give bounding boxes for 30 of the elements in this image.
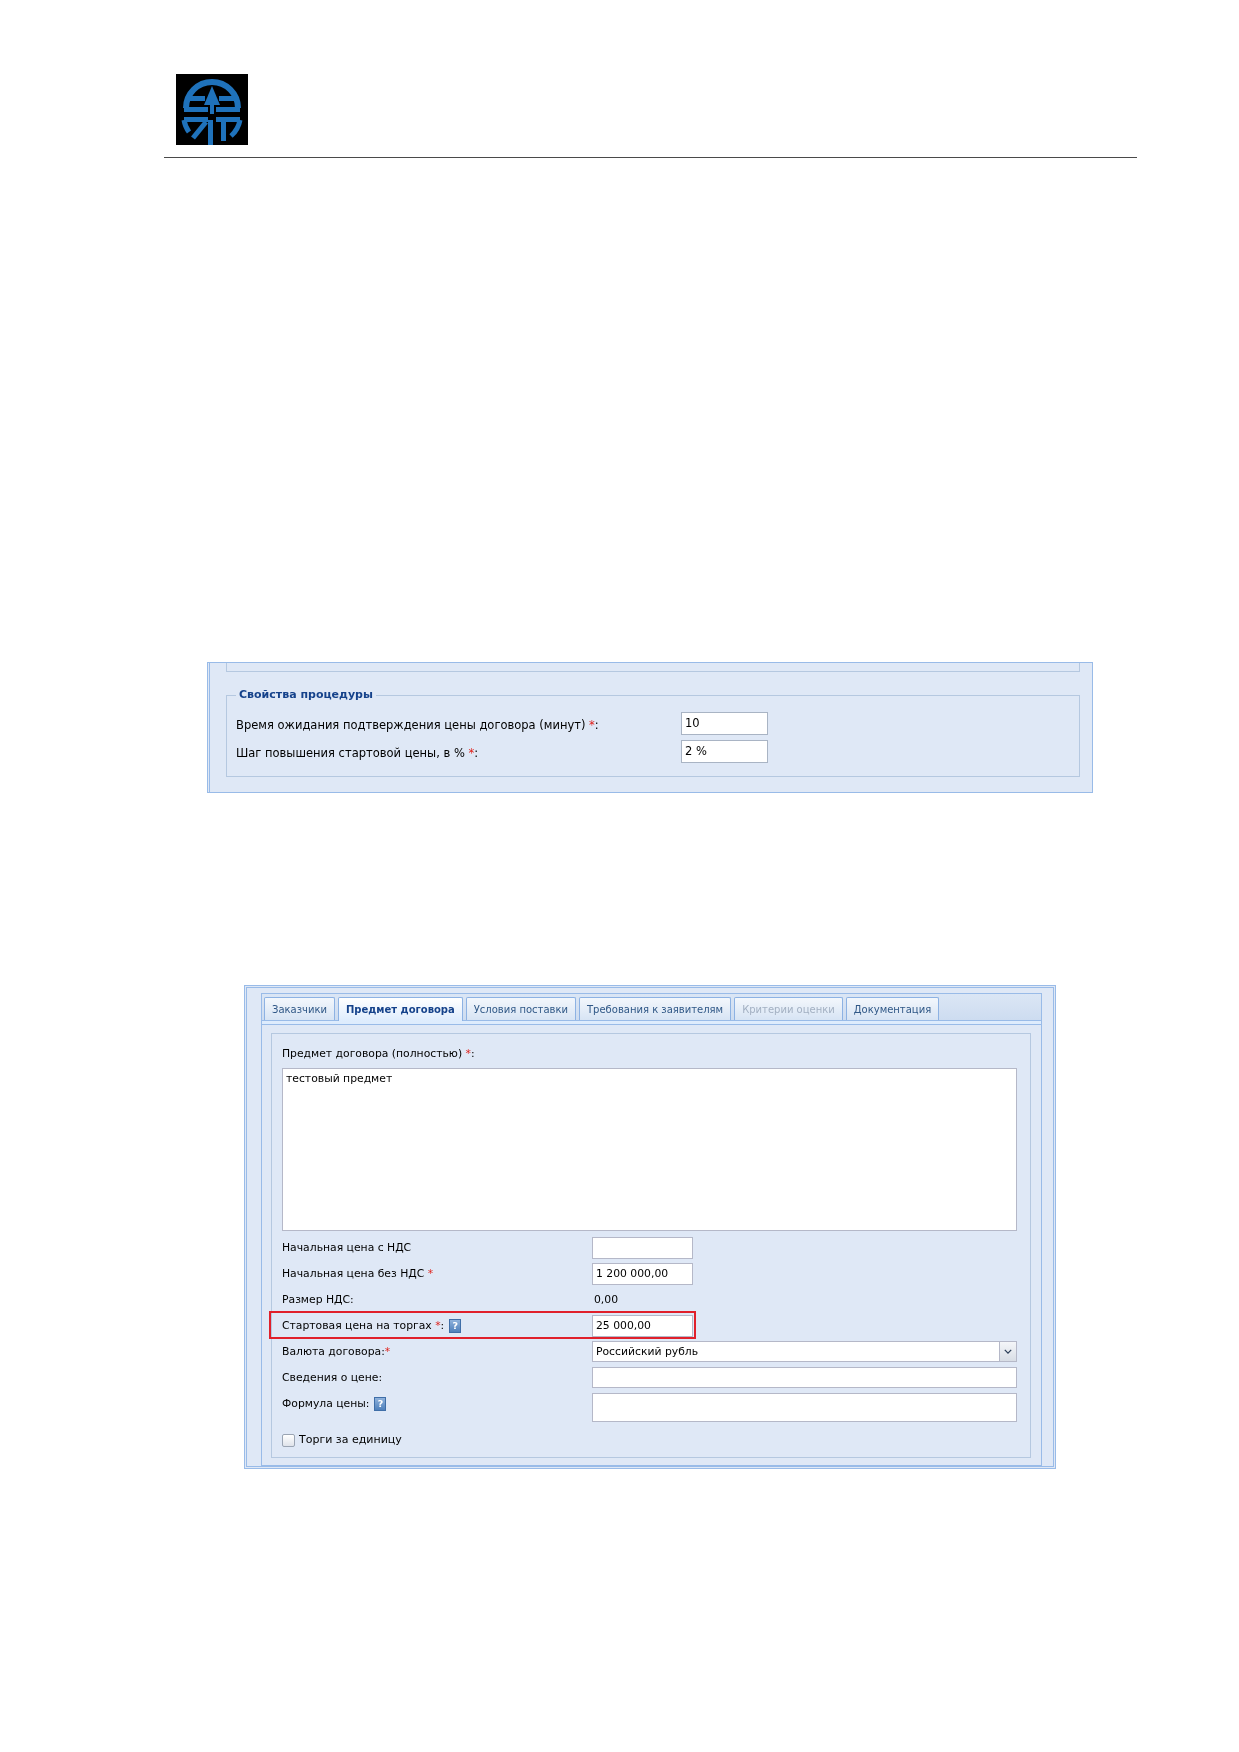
text-area[interactable] xyxy=(592,1393,1017,1422)
tab[interactable]: Требования к заявителям xyxy=(579,997,732,1020)
field-label: Размер НДС: xyxy=(282,1292,354,1308)
field-label: Стартовая цена на торгах *: xyxy=(282,1318,445,1334)
text-field[interactable]: 25 000,00 xyxy=(592,1315,693,1337)
field-value: 0,00 xyxy=(593,1292,619,1308)
text-field[interactable]: 1 200 000,00 xyxy=(592,1263,693,1285)
field-label: Шаг повышения стартовой цены, в % *: xyxy=(236,746,479,760)
caret-icon[interactable] xyxy=(999,1342,1016,1361)
field-label: Формула цены: xyxy=(282,1396,370,1412)
text-area[interactable]: тестовый предмет xyxy=(282,1068,1017,1231)
tab[interactable]: Условия поставки xyxy=(465,997,576,1020)
field-label: Валюта договора:* xyxy=(282,1344,391,1360)
text-field[interactable]: 2 % xyxy=(681,740,768,763)
text-field[interactable] xyxy=(592,1237,693,1259)
tab[interactable]: Заказчики xyxy=(264,997,335,1020)
text-field[interactable] xyxy=(592,1367,1017,1388)
field-label: Сведения о цене: xyxy=(282,1370,383,1386)
text-field[interactable]: 10 xyxy=(681,712,768,735)
field-label: Предмет договора (полностью) *: xyxy=(282,1047,475,1060)
field-label: Время ожидания подтверждения цены договора (минут) *: xyxy=(236,718,599,732)
tab[interactable]: Предмет договора xyxy=(338,997,463,1021)
checkbox-label[interactable]: Торги за единицу xyxy=(299,1432,402,1448)
dropdown-field[interactable]: Российский рубль xyxy=(592,1341,1017,1362)
fieldset-legend: Свойства процедуры xyxy=(236,688,376,702)
checkbox[interactable] xyxy=(282,1433,295,1447)
field-label: Начальная цена с НДС xyxy=(282,1240,412,1256)
tab[interactable]: Документация xyxy=(845,997,940,1020)
field-label: Начальная цена без НДС * xyxy=(282,1266,434,1282)
logo-icon xyxy=(176,74,248,145)
